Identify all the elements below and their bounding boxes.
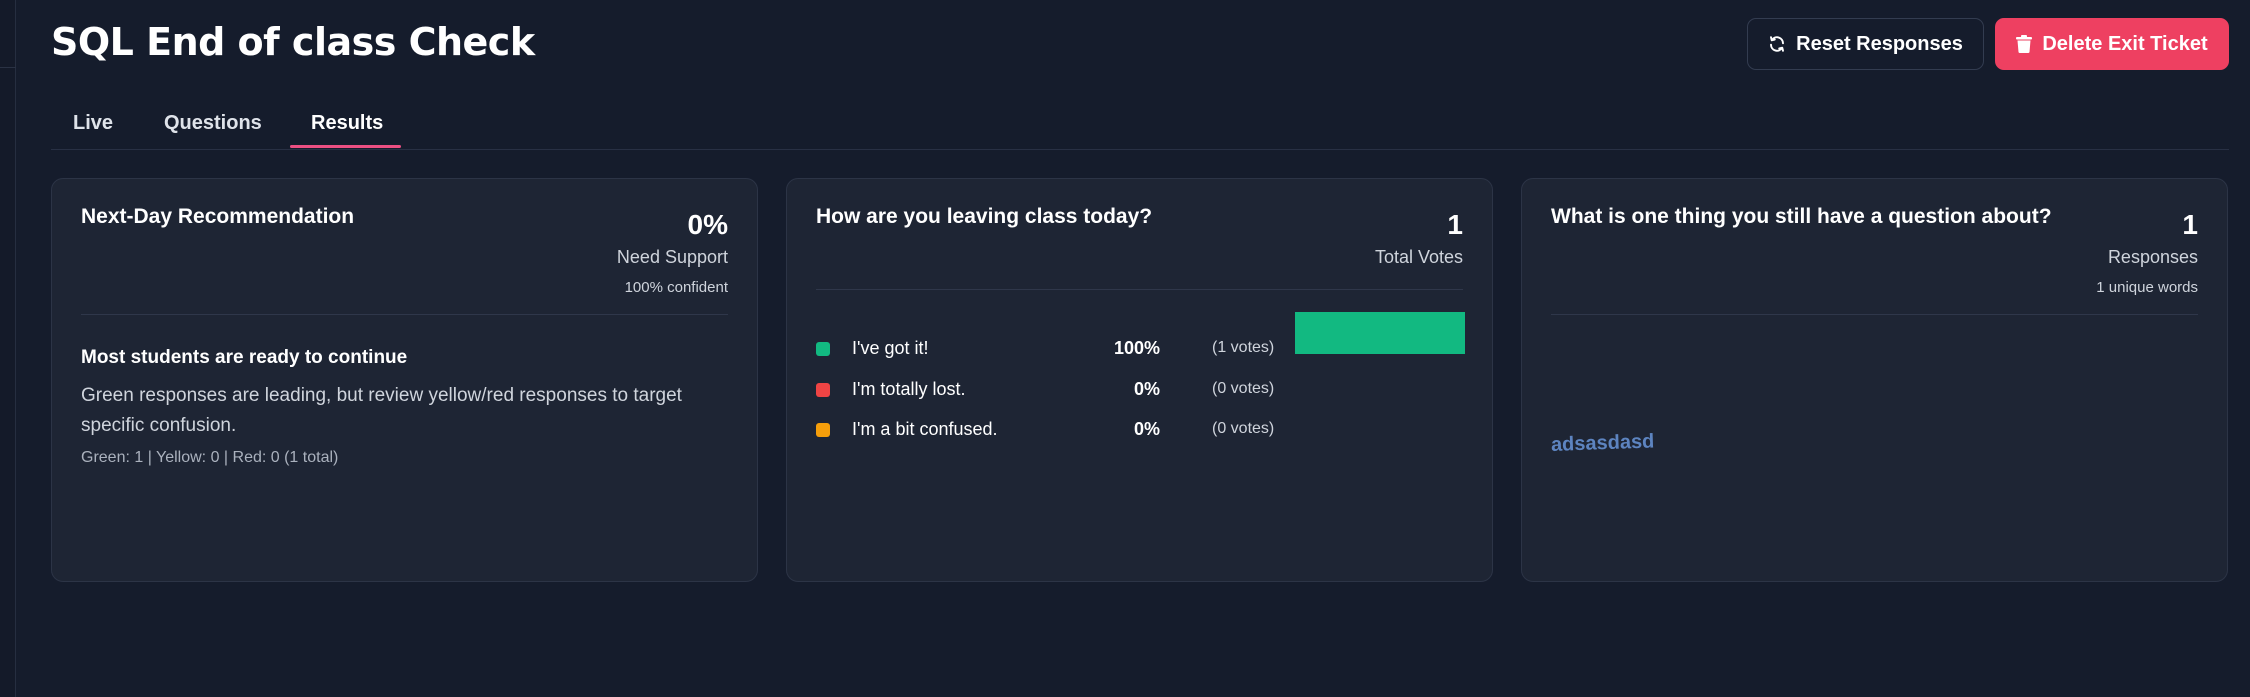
- delete-exit-ticket-button[interactable]: Delete Exit Ticket: [1995, 18, 2229, 70]
- left-sidebar-rail: [0, 0, 16, 697]
- total-votes-value: 1: [1447, 209, 1463, 240]
- trash-icon: [2016, 35, 2033, 53]
- poll-question-title: How are you leaving class today?: [816, 205, 1153, 228]
- page-header: SQL End of class Check Reset Responses D…: [51, 18, 2229, 70]
- poll-option-percent: 0%: [1133, 379, 1160, 399]
- active-tab-indicator: [290, 145, 401, 148]
- green-swatch: [816, 342, 830, 356]
- card-divider: [1551, 314, 2198, 315]
- recommendation-heading: Most students are ready to continue: [81, 347, 408, 368]
- poll-option-label: I've got it!: [852, 338, 929, 358]
- poll-results-card: How are you leaving class today? 1 Total…: [786, 178, 1493, 582]
- poll-option-percent: 0%: [1133, 419, 1160, 439]
- card-divider: [81, 314, 728, 315]
- open-question-card: What is one thing you still have a quest…: [1521, 178, 2228, 582]
- tab-questions[interactable]: Questions: [164, 112, 262, 153]
- poll-option-votes: (1 votes): [1212, 339, 1275, 356]
- recommendation-body: Green responses are leading, but review …: [81, 385, 682, 436]
- poll-option-label: I'm totally lost.: [852, 379, 966, 399]
- sidebar-divider: [0, 67, 16, 68]
- poll-option-row: I'm totally lost. 0% (0 votes): [816, 374, 1466, 404]
- page-title: SQL End of class Check: [51, 20, 535, 64]
- poll-option-votes: (0 votes): [1212, 380, 1275, 397]
- unique-words-label: 1 unique words: [2096, 279, 2198, 296]
- confidence-label: 100% confident: [624, 279, 728, 296]
- card-divider: [816, 289, 1463, 290]
- open-question-title: What is one thing you still have a quest…: [1551, 205, 2052, 228]
- reset-responses-button[interactable]: Reset Responses: [1747, 18, 1984, 70]
- poll-option-percent: 100%: [1113, 338, 1160, 358]
- poll-option-row: I'm a bit confused. 0% (0 votes): [816, 414, 1466, 444]
- responses-count-label: Responses: [2107, 247, 2198, 267]
- vote-bar: [1295, 312, 1465, 354]
- red-swatch: [816, 383, 830, 397]
- poll-option-label: I'm a bit confused.: [852, 419, 998, 439]
- poll-option-votes: (0 votes): [1212, 420, 1275, 437]
- tab-bar: Live Questions Results: [51, 98, 2229, 150]
- vote-bar-fill: [1295, 312, 1465, 354]
- response-color-counts: Green: 1 | Yellow: 0 | Red: 0 (1 total): [81, 449, 339, 466]
- responses-count-value: 1: [2182, 209, 2198, 240]
- recommendation-title: Next-Day Recommendation: [81, 205, 355, 228]
- need-support-label: Need Support: [616, 247, 728, 267]
- yellow-swatch: [816, 423, 830, 437]
- page: SQL End of class Check Reset Responses D…: [0, 0, 2250, 697]
- delete-exit-ticket-label: Delete Exit Ticket: [2042, 32, 2208, 55]
- recommendation-card: Next-Day Recommendation 0% Need Support …: [51, 178, 758, 582]
- word-cloud-word: adsasdasd: [1550, 430, 1655, 456]
- refresh-icon: [1768, 35, 1786, 53]
- tab-live[interactable]: Live: [73, 112, 113, 153]
- reset-responses-label: Reset Responses: [1796, 32, 1963, 55]
- need-support-value: 0%: [687, 209, 728, 240]
- total-votes-label: Total Votes: [1374, 247, 1463, 267]
- main-content: SQL End of class Check Reset Responses D…: [51, 0, 2229, 697]
